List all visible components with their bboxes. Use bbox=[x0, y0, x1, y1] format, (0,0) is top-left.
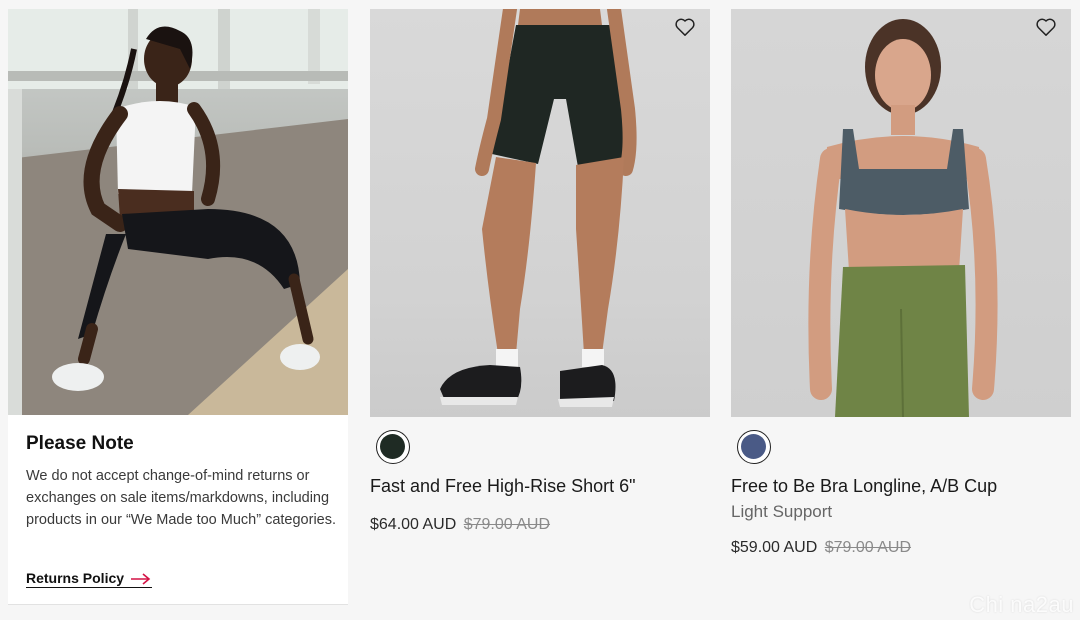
swatch-color bbox=[380, 434, 405, 459]
original-price: $79.00 AUD bbox=[824, 539, 912, 556]
watermark: Chi na2au bbox=[969, 592, 1074, 617]
product-card[interactable]: Free to Be Bra Longline, A/B Cup Light S… bbox=[731, 9, 1071, 556]
original-price: $79.00 AUD bbox=[463, 516, 551, 533]
color-swatch[interactable] bbox=[376, 430, 410, 464]
swatch-color bbox=[741, 434, 766, 459]
returns-note-card: Please Note We do not accept change-of-m… bbox=[8, 9, 348, 605]
product-card[interactable]: Fast and Free High-Rise Short 6" $64.00 … bbox=[370, 9, 710, 533]
product-name[interactable]: Fast and Free High-Rise Short 6" bbox=[370, 476, 636, 497]
note-body: We do not accept change-of-mind returns … bbox=[26, 468, 337, 528]
returns-policy-link[interactable]: Returns Policy bbox=[26, 570, 153, 588]
heart-icon[interactable] bbox=[1035, 17, 1057, 37]
returns-policy-label: Returns Policy bbox=[26, 570, 125, 586]
sale-price: $59.00 AUD bbox=[731, 539, 818, 556]
promo-image-woman-stretching bbox=[8, 9, 348, 415]
sale-price: $64.00 AUD bbox=[370, 516, 457, 533]
product-image-longline-bra[interactable] bbox=[731, 9, 1071, 417]
note-title: Please Note bbox=[26, 433, 134, 454]
arrow-right-icon bbox=[130, 572, 152, 585]
product-subtitle: Light Support bbox=[731, 502, 833, 521]
product-image-high-rise-short[interactable] bbox=[370, 9, 710, 417]
heart-icon[interactable] bbox=[674, 17, 696, 37]
product-name[interactable]: Free to Be Bra Longline, A/B Cup bbox=[731, 476, 997, 497]
price-row: $59.00 AUD $79.00 AUD bbox=[731, 539, 911, 557]
price-row: $64.00 AUD $79.00 AUD bbox=[370, 516, 550, 534]
color-swatch[interactable] bbox=[737, 430, 771, 464]
